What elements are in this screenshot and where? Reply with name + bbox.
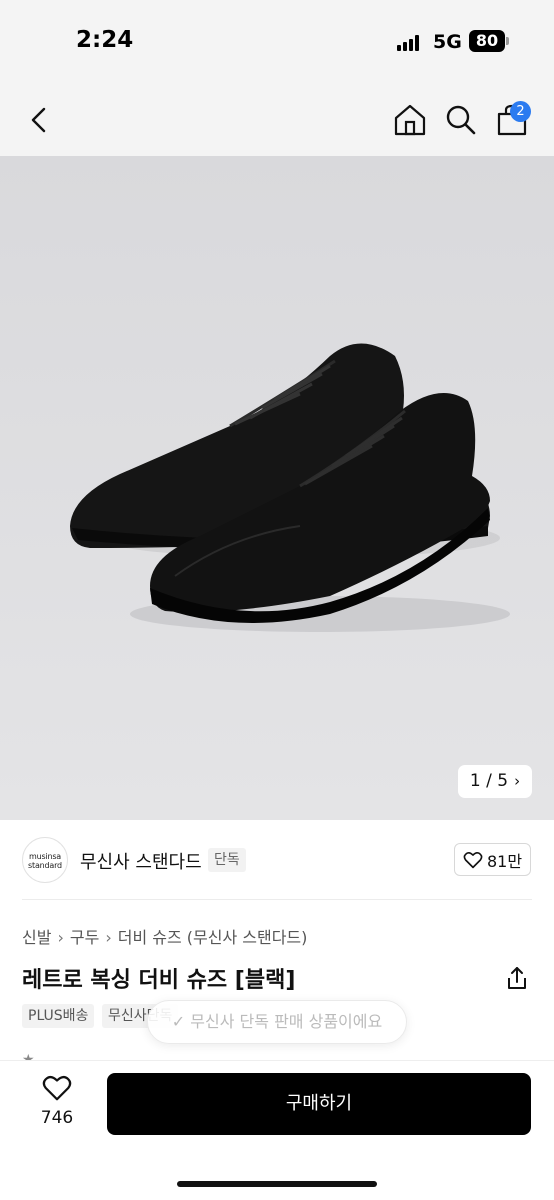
- gallery-page-text: 1 / 5: [469, 771, 509, 791]
- brand-logo-line2: standard: [28, 861, 62, 870]
- status-bar: 2:24 5G 80: [0, 0, 554, 84]
- back-button[interactable]: [22, 102, 58, 138]
- check-icon: ✓: [171, 1012, 186, 1031]
- brand-like-button[interactable]: 81만: [454, 843, 531, 876]
- battery-icon: 80: [469, 30, 505, 52]
- brand-name[interactable]: 무신사 스탠다드: [80, 848, 202, 874]
- chevron-right-icon: ›: [105, 928, 112, 947]
- chevron-right-icon: ›: [57, 928, 64, 947]
- divider: [22, 899, 532, 900]
- shipping-tag: PLUS배송: [22, 1004, 95, 1028]
- toast-text: 무신사 단독 판매 상품이에요: [190, 1012, 383, 1031]
- status-time: 2:24: [76, 27, 134, 53]
- home-indicator: [177, 1181, 377, 1187]
- breadcrumb: 신발 › 구두 › 더비 슈즈 (무신사 스탠다드): [22, 924, 307, 948]
- gallery-page-indicator[interactable]: 1 / 5 ›: [458, 765, 532, 798]
- home-icon: [394, 104, 426, 136]
- share-icon: [508, 967, 526, 989]
- brand-logo-line1: musinsa: [29, 852, 61, 861]
- signal-icon: [397, 35, 423, 51]
- search-button[interactable]: [443, 102, 479, 138]
- chevron-left-icon: [31, 107, 46, 133]
- home-button[interactable]: [392, 102, 428, 138]
- search-icon: [446, 105, 476, 135]
- nav-bar: [0, 84, 554, 156]
- product-title: 레트로 복싱 더비 슈즈 [블랙]: [22, 968, 296, 993]
- share-button[interactable]: [503, 964, 531, 992]
- breadcrumb-item[interactable]: 구두: [70, 928, 99, 947]
- wishlist-count: 746: [40, 1108, 74, 1128]
- network-type: 5G: [433, 31, 462, 53]
- heart-icon: [42, 1075, 72, 1101]
- product-photo-shoes: [70, 343, 510, 632]
- breadcrumb-item[interactable]: 신발: [22, 928, 51, 947]
- brand-exclusive-badge: 단독: [208, 848, 246, 872]
- toast-message: ✓ 무신사 단독 판매 상품이에요: [147, 1000, 407, 1044]
- product-image-gallery[interactable]: [0, 156, 554, 820]
- heart-icon: [463, 851, 483, 868]
- brand-like-count: 81만: [486, 851, 523, 871]
- buy-button[interactable]: 구매하기: [107, 1073, 531, 1135]
- chevron-right-icon: ›: [514, 772, 521, 790]
- brand-logo[interactable]: musinsa standard: [22, 837, 68, 883]
- breadcrumb-item[interactable]: 더비 슈즈 (무신사 스탠다드): [118, 928, 308, 947]
- battery-tip: [506, 37, 509, 45]
- cart-count-badge: 2: [510, 101, 531, 122]
